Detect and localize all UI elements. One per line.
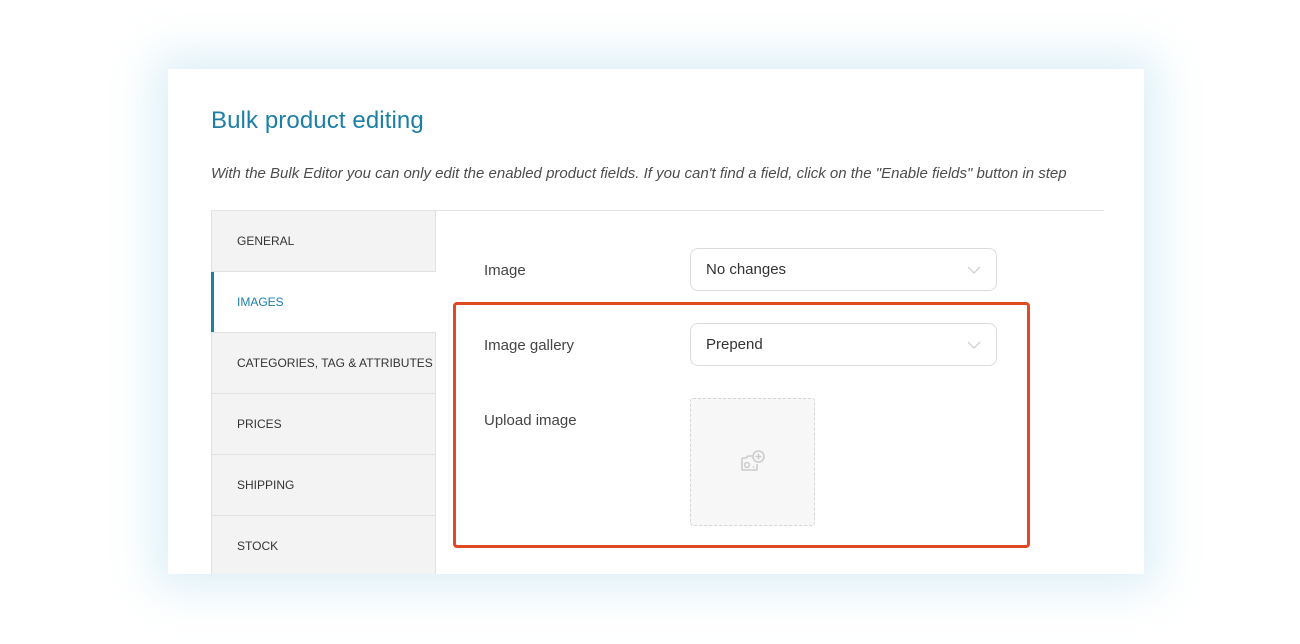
chevron-down-icon: [967, 266, 981, 274]
tab-label: STOCK: [237, 539, 279, 553]
tab-images[interactable]: IMAGES: [211, 272, 436, 333]
upload-image-label: Upload image: [484, 412, 577, 429]
add-photo-icon: [740, 450, 765, 471]
page: Bulk product editing With the Bulk Edito…: [0, 0, 1300, 644]
bulk-editor-card: Bulk product editing With the Bulk Edito…: [168, 69, 1144, 574]
image-select[interactable]: No changes: [690, 248, 997, 291]
image-gallery-select-value: Prepend: [706, 336, 763, 353]
tab-general[interactable]: GENERAL: [212, 211, 435, 272]
page-title: Bulk product editing: [211, 107, 424, 134]
tab-label: PRICES: [237, 417, 282, 431]
image-label: Image: [484, 262, 526, 279]
image-select-value: No changes: [706, 261, 787, 278]
chevron-down-icon: [967, 341, 981, 349]
tab-shipping[interactable]: SHIPPING: [212, 455, 435, 516]
intro-text: With the Bulk Editor you can only edit t…: [211, 165, 1067, 182]
tab-label: CATEGORIES, TAG & ATTRIBUTES: [237, 356, 433, 370]
tab-label: SHIPPING: [237, 478, 295, 492]
image-gallery-select[interactable]: Prepend: [690, 323, 997, 366]
upload-image-dropzone[interactable]: [690, 398, 815, 526]
image-gallery-label: Image gallery: [484, 337, 575, 354]
tab-stock[interactable]: STOCK: [212, 516, 435, 574]
tab-label: GENERAL: [237, 234, 295, 248]
section-tabs: GENERAL IMAGES CATEGORIES, TAG & ATTRIBU…: [211, 211, 436, 574]
tab-categories-tag-attributes[interactable]: CATEGORIES, TAG & ATTRIBUTES: [212, 333, 435, 394]
tab-label: IMAGES: [237, 295, 284, 309]
tab-prices[interactable]: PRICES: [212, 394, 435, 455]
